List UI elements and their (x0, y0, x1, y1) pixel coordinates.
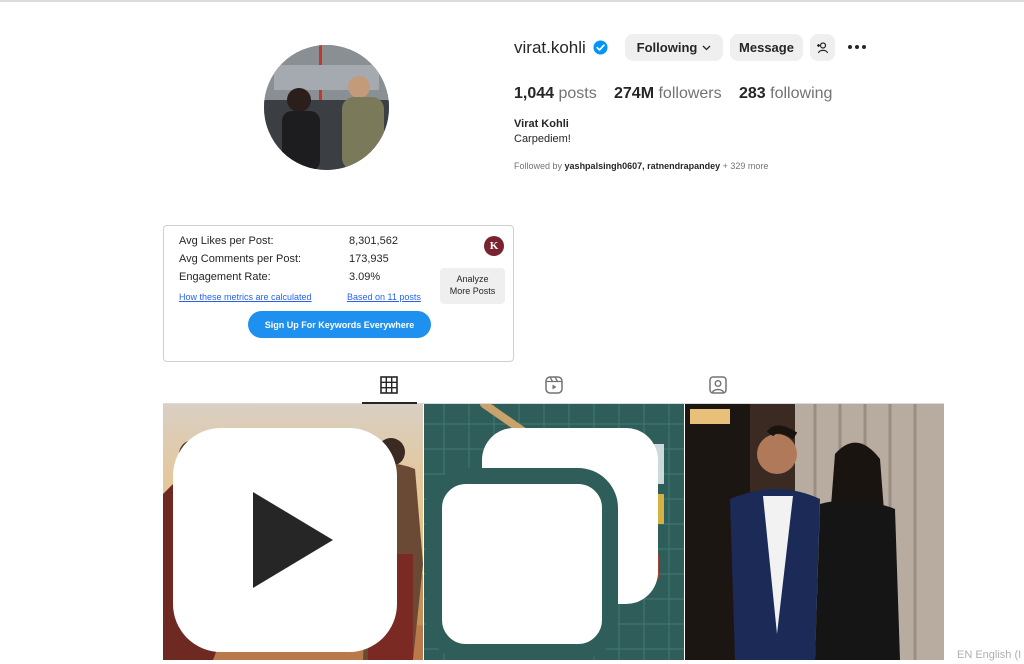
language-indicator: EN English (I (957, 649, 1022, 661)
posts-count: 1,044 (514, 85, 555, 102)
carousel-icon (426, 428, 658, 660)
following-label: Following (636, 40, 698, 55)
followed-by-prefix: Followed by (514, 161, 563, 171)
followers-count: 274M (614, 85, 655, 102)
profile-username: virat.kohli (514, 38, 586, 57)
followed-by[interactable]: Followed by yashpalsingh0607, ratnendrap… (514, 161, 768, 171)
keywords-everywhere-logo: K (484, 236, 504, 256)
based-on-posts-link[interactable]: Based on 11 posts (347, 292, 421, 302)
following-button[interactable]: Following (625, 34, 723, 61)
message-button[interactable]: Message (730, 34, 803, 61)
followed-by-users: yashpalsingh0607, ratnendrapandey (564, 161, 721, 171)
tab-reels-icon[interactable] (543, 374, 565, 396)
add-user-icon (817, 41, 829, 53)
reel-icon (173, 428, 397, 652)
followed-by-more: + 329 more (722, 161, 769, 171)
metric-label-engagement: Engagement Rate: (179, 271, 271, 283)
signup-keywords-button[interactable]: Sign Up For Keywords Everywhere (248, 311, 431, 338)
verified-badge-icon (593, 40, 608, 55)
following-count: 283 (739, 85, 766, 102)
metric-value-engagement: 3.09% (349, 271, 381, 283)
post-image-couple-evening (685, 404, 944, 660)
message-label: Message (739, 40, 794, 55)
top-divider (0, 0, 1024, 2)
profile-avatar[interactable] (264, 45, 389, 170)
how-metrics-link[interactable]: How these metrics are calculated (179, 292, 312, 302)
tab-posts-grid-icon[interactable] (378, 374, 400, 396)
stat-posts: 1,044 posts (514, 85, 597, 103)
metric-label-likes: Avg Likes per Post: (179, 235, 274, 247)
post-thumbnail[interactable] (424, 404, 684, 660)
stat-followers[interactable]: 274M followers (614, 85, 722, 103)
profile-bio: Carpediem! (514, 133, 571, 145)
post-thumbnail[interactable] (685, 404, 944, 660)
profile-full-name: Virat Kohli (514, 118, 569, 130)
posts-label: posts (558, 85, 597, 102)
analyze-label-line1: Analyze (456, 274, 489, 284)
analyze-label-line2: More Posts (449, 286, 496, 296)
metric-label-comments: Avg Comments per Post: (179, 253, 302, 265)
suggested-users-button[interactable] (810, 34, 835, 61)
engagement-metrics-panel: Avg Likes per Post: 8,301,562 Avg Commen… (163, 225, 514, 362)
avatar-photo (264, 45, 389, 170)
more-options-icon[interactable] (846, 39, 868, 55)
followers-label: followers (658, 85, 722, 102)
chevron-down-icon (702, 45, 711, 50)
post-thumbnail[interactable] (163, 404, 423, 660)
metric-value-comments: 173,935 (349, 253, 389, 265)
tab-tagged-icon[interactable] (707, 374, 729, 396)
metric-value-likes: 8,301,562 (349, 235, 398, 247)
analyze-more-posts-button[interactable]: Analyze More Posts (440, 268, 505, 304)
stat-following[interactable]: 283 following (739, 85, 832, 103)
following-stat-label: following (770, 85, 833, 102)
